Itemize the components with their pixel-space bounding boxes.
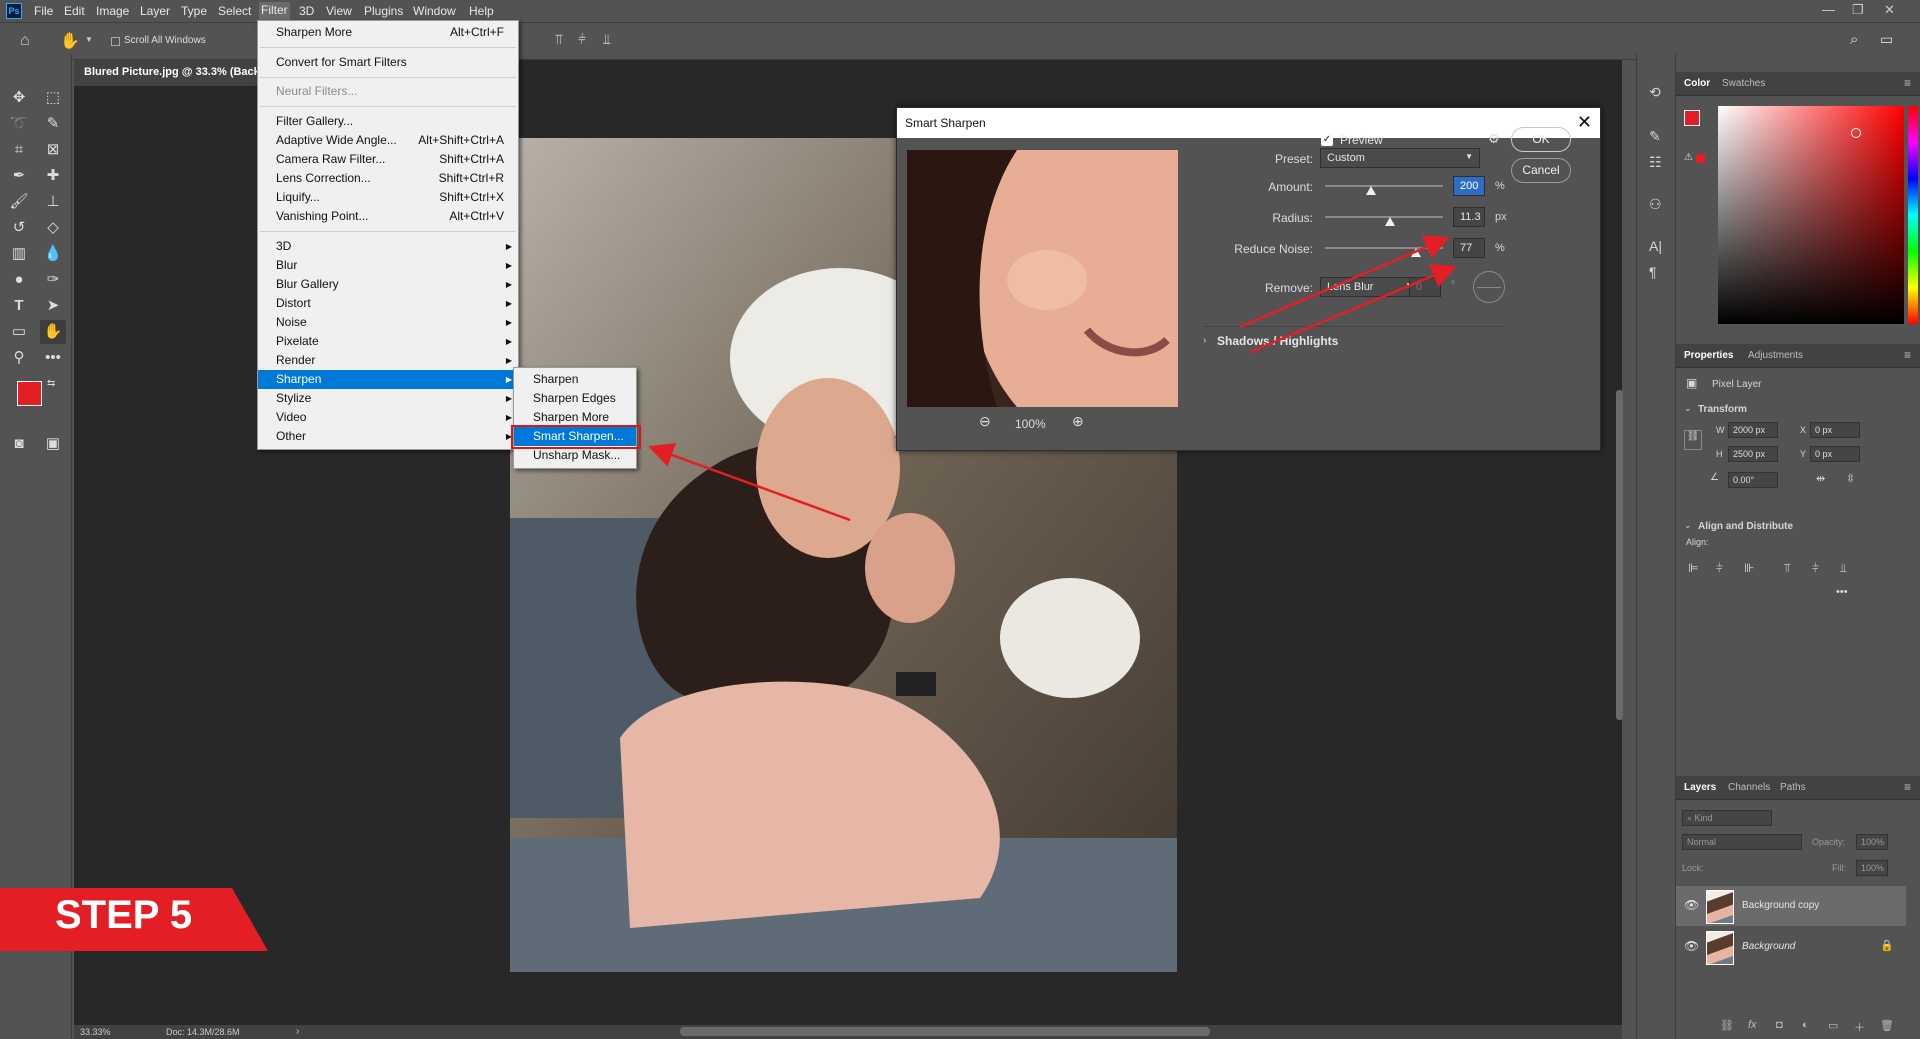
tab-adjustments[interactable]: Adjustments	[1748, 350, 1803, 361]
panel-menu-icon[interactable]: ≡	[1904, 76, 1911, 90]
search-icon: ⌕	[1687, 813, 1695, 823]
adjustments-icon[interactable]: ☷	[1649, 154, 1662, 171]
kind-placeholder: Kind	[1694, 813, 1713, 823]
visibility-eye-icon[interactable]: 👁	[1684, 898, 1699, 912]
layer-thumbnail	[1706, 890, 1734, 924]
y-label: Y	[1800, 449, 1807, 459]
align-vcenter-icon[interactable]: ⫩	[1812, 561, 1819, 576]
align-top-icon[interactable]: ⫪	[1784, 561, 1791, 576]
align-center-icon[interactable]: ⫩	[1716, 561, 1723, 576]
flip-vertical-icon[interactable]: ⇳	[1846, 472, 1855, 485]
layers-panel-header: Layers Channels Paths ≡	[1676, 776, 1920, 800]
character-icon[interactable]: A|	[1649, 238, 1662, 254]
panel-menu-icon[interactable]: ≡	[1904, 348, 1911, 362]
libraries-icon[interactable]: ⚇	[1649, 196, 1662, 213]
hue-slider[interactable]	[1908, 106, 1918, 324]
align-label: Align:	[1686, 537, 1709, 547]
rotation-input[interactable]: 0.00°	[1728, 472, 1778, 488]
fx-icon[interactable]: fx	[1748, 1019, 1757, 1031]
gamut-warning-icon: ⚠	[1684, 152, 1693, 163]
layer-type-label: Pixel Layer	[1712, 379, 1762, 390]
annotation-arrows	[648, 235, 1457, 522]
lock-label: Lock:	[1682, 863, 1704, 873]
fill-label: Fill:	[1832, 863, 1846, 873]
blend-mode-select[interactable]: Normal	[1682, 834, 1802, 850]
chevron-down-icon[interactable]: ⌄	[1684, 520, 1692, 531]
link-icon[interactable]: ⛓	[1684, 430, 1702, 450]
lock-icon: 🔒	[1880, 940, 1894, 952]
align-distribute-title: Align and Distribute	[1698, 521, 1793, 532]
flip-horizontal-icon[interactable]: ⇹	[1816, 472, 1825, 485]
paragraph-icon[interactable]: ¶	[1649, 264, 1657, 280]
panel-icon-strip: ⟲ ✎ ☷ ⚇ A| ¶	[1636, 54, 1676, 1039]
tab-color[interactable]: Color	[1684, 78, 1710, 89]
layer-row-background[interactable]: 👁 Background 🔒	[1676, 927, 1906, 967]
right-panels: Color Swatches ≡ ⚠ Properties Adjustment…	[1676, 54, 1920, 1039]
color-picker-cursor[interactable]	[1851, 128, 1861, 138]
link-layers-icon[interactable]: ⛓	[1720, 1019, 1734, 1032]
history-icon[interactable]: ⟲	[1649, 84, 1661, 101]
new-layer-icon[interactable]: ＋	[1854, 1019, 1865, 1035]
mask-icon[interactable]: ◘	[1776, 1019, 1783, 1031]
align-right-icon[interactable]: ⊪	[1744, 561, 1754, 575]
align-left-icon[interactable]: ⊫	[1688, 561, 1698, 575]
height-label: H	[1716, 449, 1723, 459]
tab-paths[interactable]: Paths	[1780, 782, 1806, 793]
adjustment-layer-icon[interactable]: ◐	[1802, 1019, 1809, 1031]
tab-channels[interactable]: Channels	[1728, 782, 1770, 793]
trash-icon[interactable]: 🗑	[1880, 1019, 1894, 1032]
width-input[interactable]: 2000 px	[1728, 422, 1778, 438]
layer-name: Background copy	[1742, 900, 1820, 911]
layer-kind-filter[interactable]: ⌕ Kind	[1682, 810, 1772, 826]
color-fg-swatch[interactable]	[1684, 110, 1700, 126]
layer-row-background-copy[interactable]: 👁 Background copy	[1676, 886, 1906, 926]
pixel-layer-icon: ▣	[1686, 376, 1698, 390]
chevron-down-icon[interactable]: ⌄	[1684, 403, 1692, 414]
angle-icon: ∠	[1710, 472, 1719, 483]
tab-layers[interactable]: Layers	[1684, 782, 1716, 793]
layer-thumbnail	[1706, 931, 1734, 965]
width-label: W	[1716, 425, 1725, 435]
color-panel-header: Color Swatches ≡	[1676, 72, 1920, 96]
tab-swatches[interactable]: Swatches	[1722, 78, 1765, 89]
group-folder-icon[interactable]: ▭	[1828, 1019, 1838, 1032]
y-input[interactable]: 0 px	[1810, 446, 1860, 462]
fill-input[interactable]: 100%	[1856, 860, 1888, 876]
opacity-input[interactable]: 100%	[1856, 834, 1888, 850]
tab-properties[interactable]: Properties	[1684, 350, 1733, 361]
x-label: X	[1800, 425, 1807, 435]
properties-panel-header: Properties Adjustments ≡	[1676, 344, 1920, 368]
x-input[interactable]: 0 px	[1810, 422, 1860, 438]
visibility-eye-icon[interactable]: 👁	[1684, 939, 1699, 953]
more-options-icon[interactable]: •••	[1836, 586, 1848, 598]
layer-name: Background	[1742, 941, 1796, 952]
panel-menu-icon[interactable]: ≡	[1904, 780, 1911, 794]
align-bottom-icon[interactable]: ⫫	[1840, 561, 1847, 576]
height-input[interactable]: 2500 px	[1728, 446, 1778, 462]
color-picker-field[interactable]	[1718, 106, 1904, 324]
arrow-to-smart-sharpen	[648, 443, 851, 522]
brush-settings-icon[interactable]: ✎	[1649, 128, 1661, 145]
opacity-label: Opacity:	[1812, 837, 1846, 847]
gamut-swatch[interactable]	[1696, 154, 1705, 163]
transform-title: Transform	[1698, 404, 1747, 415]
